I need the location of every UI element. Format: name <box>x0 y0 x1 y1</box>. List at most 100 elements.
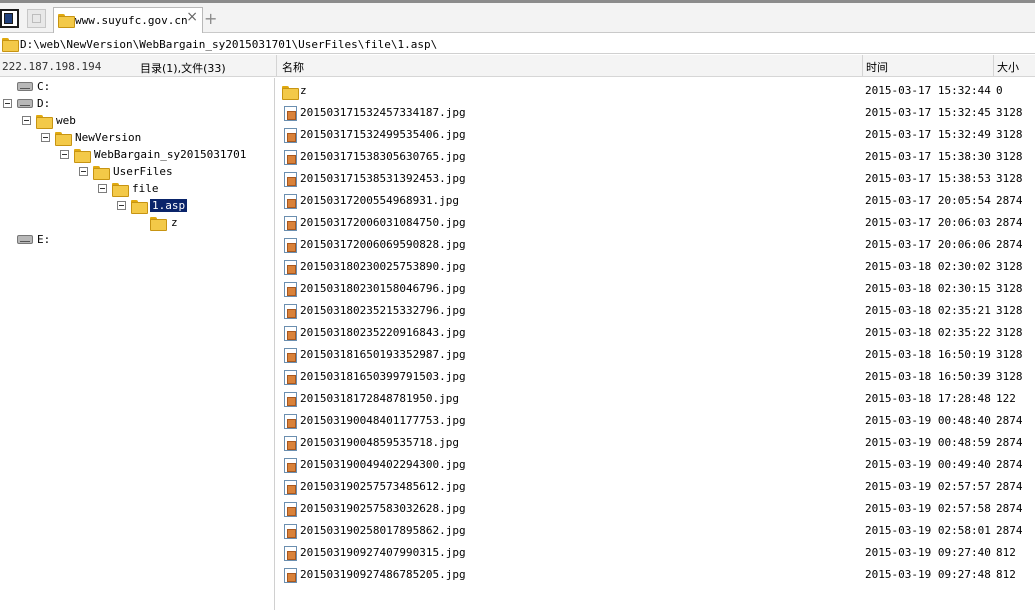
file-size: 2874 <box>996 414 1023 427</box>
column-divider <box>276 55 277 76</box>
file-row[interactable]: 201503171532499535406.jpg 2015-03-17 15:3… <box>278 124 1035 146</box>
file-size: 2874 <box>996 194 1023 207</box>
collapse-icon[interactable] <box>60 150 69 159</box>
file-row[interactable]: 201503190927486785205.jpg 2015-03-19 09:2… <box>278 564 1035 586</box>
file-name: 201503190258017895862.jpg <box>300 524 466 537</box>
file-name: 201503180230158046796.jpg <box>300 282 466 295</box>
file-name: z <box>300 84 307 97</box>
file-row[interactable]: 201503172006069590828.jpg 2015-03-17 20:0… <box>278 234 1035 256</box>
image-file-icon <box>284 414 297 429</box>
tree-label: file <box>132 182 159 195</box>
image-file-icon <box>284 326 297 341</box>
file-time: 2015-03-18 16:50:19 <box>865 348 991 361</box>
drive-icon <box>17 99 33 108</box>
file-row[interactable]: 201503190927407990315.jpg 2015-03-19 09:2… <box>278 542 1035 564</box>
path-text[interactable]: D:\web\NewVersion\WebBargain_sy201503170… <box>20 38 437 51</box>
file-time: 2015-03-17 20:06:06 <box>865 238 991 251</box>
file-row[interactable]: 201503190048401177753.jpg 2015-03-19 00:4… <box>278 410 1035 432</box>
tree-label: z <box>171 216 178 229</box>
image-file-icon <box>284 480 297 495</box>
blank-tab-icon[interactable] <box>27 9 46 28</box>
column-header-time[interactable]: 时间 <box>866 59 888 75</box>
directory-tree: C: D: web NewVersion WebBargain_sy201503… <box>0 78 275 610</box>
file-time: 2015-03-19 00:48:59 <box>865 436 991 449</box>
folder-icon <box>58 14 75 28</box>
file-time: 2015-03-19 00:48:40 <box>865 414 991 427</box>
file-name: 20150318172848781950.jpg <box>300 392 459 405</box>
tab-close-icon[interactable]: × <box>186 9 198 25</box>
panel-toggle-icon[interactable] <box>0 9 19 28</box>
file-row[interactable]: 201503190049402294300.jpg 2015-03-19 00:4… <box>278 454 1035 476</box>
image-file-icon <box>284 282 297 297</box>
path-bar[interactable]: D:\web\NewVersion\WebBargain_sy201503170… <box>0 35 1035 54</box>
file-row[interactable]: 201503180230158046796.jpg 2015-03-18 02:3… <box>278 278 1035 300</box>
file-row[interactable]: 201503181650399791503.jpg 2015-03-18 16:5… <box>278 366 1035 388</box>
image-file-icon <box>284 568 297 583</box>
file-name: 201503172006069590828.jpg <box>300 238 466 251</box>
file-time: 2015-03-17 15:38:53 <box>865 172 991 185</box>
file-size: 3128 <box>996 326 1023 339</box>
tree-label: NewVersion <box>75 131 142 144</box>
column-header-size[interactable]: 大小 <box>997 59 1019 75</box>
column-header-name[interactable]: 名称 <box>282 59 304 75</box>
file-row[interactable]: 201503171538305630765.jpg 2015-03-17 15:3… <box>278 146 1035 168</box>
tree-label: UserFiles <box>113 165 173 178</box>
tab-site[interactable]: www.suyufc.gov.cn × <box>53 7 203 33</box>
tree-label: web <box>56 114 76 127</box>
horizontal-scrollbar[interactable] <box>278 596 1035 610</box>
image-file-icon <box>284 260 297 275</box>
file-time: 2015-03-18 02:30:15 <box>865 282 991 295</box>
file-size: 2874 <box>996 524 1023 537</box>
file-size: 812 <box>996 546 1016 559</box>
file-time: 2015-03-18 02:35:21 <box>865 304 991 317</box>
file-size: 2874 <box>996 458 1023 471</box>
file-row[interactable]: 201503180235215332796.jpg 2015-03-18 02:3… <box>278 300 1035 322</box>
column-divider[interactable] <box>993 55 994 76</box>
file-row[interactable]: 201503190257583032628.jpg 2015-03-19 02:5… <box>278 498 1035 520</box>
tab-bar: www.suyufc.gov.cn × + <box>0 0 1035 33</box>
file-row[interactable]: 20150319004859535718.jpg 2015-03-19 00:48… <box>278 432 1035 454</box>
file-name: 201503180235215332796.jpg <box>300 304 466 317</box>
folder-icon <box>2 38 19 52</box>
file-row[interactable]: 201503171538531392453.jpg 2015-03-17 15:3… <box>278 168 1035 190</box>
collapse-icon[interactable] <box>79 167 88 176</box>
column-divider[interactable] <box>862 55 863 76</box>
tree-label: WebBargain_sy2015031701 <box>94 148 247 161</box>
file-row[interactable]: 201503180235220916843.jpg 2015-03-18 02:3… <box>278 322 1035 344</box>
file-row[interactable]: 201503181650193352987.jpg 2015-03-18 16:5… <box>278 344 1035 366</box>
file-name: 201503171538305630765.jpg <box>300 150 466 163</box>
image-file-icon <box>284 128 297 143</box>
image-file-icon <box>284 194 297 209</box>
file-row[interactable]: 201503190257573485612.jpg 2015-03-19 02:5… <box>278 476 1035 498</box>
collapse-icon[interactable] <box>117 201 126 210</box>
file-time: 2015-03-19 02:57:58 <box>865 502 991 515</box>
image-file-icon <box>284 392 297 407</box>
file-row[interactable]: 201503172006031084750.jpg 2015-03-17 20:0… <box>278 212 1035 234</box>
file-row[interactable]: 20150318172848781950.jpg 2015-03-18 17:28… <box>278 388 1035 410</box>
list-header: 222.187.198.194 目录(1),文件(33) 名称 时间 大小 <box>0 55 1035 77</box>
image-file-icon <box>284 172 297 187</box>
new-tab-button[interactable]: + <box>204 11 217 27</box>
file-size: 3128 <box>996 282 1023 295</box>
file-row[interactable]: z 2015-03-17 15:32:44 0 <box>278 80 1035 102</box>
collapse-icon[interactable] <box>41 133 50 142</box>
folder-icon <box>55 132 72 146</box>
file-name: 201503172006031084750.jpg <box>300 216 466 229</box>
file-row[interactable]: 20150317200554968931.jpg 2015-03-17 20:05… <box>278 190 1035 212</box>
tree-label-selected: 1.asp <box>150 199 188 212</box>
collapse-icon[interactable] <box>3 99 12 108</box>
file-row[interactable]: 201503180230025753890.jpg 2015-03-18 02:3… <box>278 256 1035 278</box>
file-size: 2874 <box>996 436 1023 449</box>
file-size: 812 <box>996 568 1016 581</box>
file-size: 3128 <box>996 370 1023 383</box>
collapse-icon[interactable] <box>98 184 107 193</box>
image-file-icon <box>284 524 297 539</box>
file-row[interactable]: 201503171532457334187.jpg 2015-03-17 15:3… <box>278 102 1035 124</box>
file-row[interactable]: 201503190258017895862.jpg 2015-03-19 02:5… <box>278 520 1035 542</box>
file-size: 3128 <box>996 128 1023 141</box>
image-file-icon <box>284 348 297 363</box>
collapse-icon[interactable] <box>22 116 31 125</box>
file-name: 20150319004859535718.jpg <box>300 436 459 449</box>
file-time: 2015-03-17 20:06:03 <box>865 216 991 229</box>
file-time: 2015-03-18 02:35:22 <box>865 326 991 339</box>
